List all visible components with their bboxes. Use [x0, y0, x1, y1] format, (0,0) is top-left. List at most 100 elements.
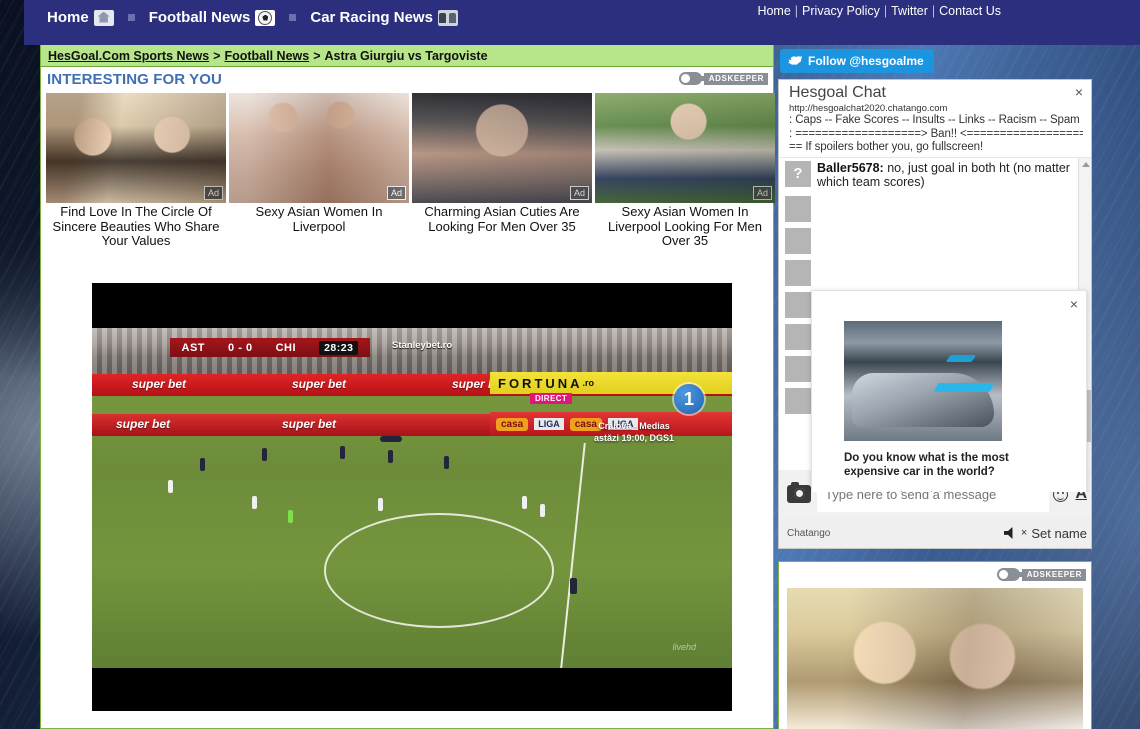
sidebar-ad-panel[interactable]: ADSKEEPER [778, 561, 1092, 729]
mute-icon[interactable] [1004, 527, 1017, 539]
ad-card[interactable]: Ad Charming Asian Cuties Are Looking For… [412, 93, 592, 249]
nav-item-car-racing-news[interactable]: Car Racing News [310, 9, 458, 26]
breadcrumb-separator: > [313, 49, 320, 63]
player-marker [444, 456, 449, 469]
player-marker [168, 480, 173, 493]
nav-link-home[interactable]: Home [757, 4, 790, 18]
ad-card-image: Ad [595, 93, 775, 203]
video-player[interactable]: AST 0 - 0 CHI 28:23 Stanleybet.ro super … [92, 283, 732, 711]
avatar [785, 292, 811, 318]
referee-marker [288, 510, 293, 523]
scoreboard-clock: 28:23 [319, 341, 358, 355]
chatango-brand: Chatango [787, 528, 830, 539]
nav-link-twitter[interactable]: Twitter [891, 4, 928, 18]
player-marker [522, 496, 527, 509]
ad-card-title: Find Love In The Circle Of Sincere Beaut… [46, 203, 226, 249]
player-marker [340, 446, 345, 459]
sidebar-ad-image[interactable] [787, 588, 1083, 729]
chat-rules-line: : ===================> Ban!! <==========… [789, 128, 1083, 142]
channel-promo-line2: astăzi 19:00, DGS1 [554, 432, 714, 444]
home-icon [94, 10, 114, 26]
chat-message [779, 257, 1091, 289]
player-marker [570, 578, 577, 594]
channel-promo: Craiova - Medias astăzi 19:00, DGS1 [554, 420, 714, 444]
chat-url: http://hesgoalchat2020.chatango.com [789, 103, 1083, 114]
top-navigation-bar: Home Football News Car Racing News Home |… [24, 0, 1140, 45]
breadcrumb-separator: > [213, 49, 220, 63]
chat-rules-line: : Caps -- Fake Scores -- Insults -- Link… [789, 114, 1083, 128]
scoreboard: AST 0 - 0 CHI 28:23 [170, 338, 370, 357]
avatar [785, 196, 811, 222]
nav-separator [128, 14, 135, 21]
ad-card-title: Sexy Asian Women In Liverpool [229, 203, 409, 234]
close-icon[interactable]: × [1075, 84, 1083, 100]
casa-label: casa [496, 418, 528, 431]
ad-card-image: Ad [229, 93, 409, 203]
nav-link-privacy-policy[interactable]: Privacy Policy [802, 4, 880, 18]
player-marker [380, 436, 402, 442]
led-text: super bet [292, 377, 346, 391]
channel-badge: 1 [674, 384, 704, 414]
adskeeper-key-icon [997, 568, 1020, 581]
car-accent-stripe [934, 383, 995, 392]
player-marker [388, 450, 393, 463]
ad-card-image: Ad [46, 93, 226, 203]
mute-x: × [1021, 527, 1027, 539]
chat-message-list[interactable]: Baller5678: no, just goal in both ht (no… [779, 157, 1091, 492]
main-content-panel: HesGoal.Com Sports News > Football News … [40, 45, 774, 729]
chat-message [779, 193, 1091, 225]
adskeeper-label: ADSKEEPER [1022, 569, 1086, 581]
nav-item-home[interactable]: Home [47, 9, 114, 26]
sponsor-board: Stanleybet.ro [392, 340, 452, 351]
direct-badge: DIRECT [530, 393, 572, 404]
avatar [785, 260, 811, 286]
scoreboard-score: 0 - 0 [228, 342, 253, 354]
led-text: super bet [116, 417, 170, 431]
breadcrumb-root[interactable]: HesGoal.Com Sports News [48, 49, 209, 63]
nav-divider: | [932, 4, 935, 18]
ad-cards-row: Ad Find Love In The Circle Of Sincere Be… [41, 93, 773, 249]
popup-ad-headline: Do you know what is the most expensive c… [844, 451, 1044, 479]
chat-rules-line: == If spoilers bother you, go fullscreen… [789, 141, 1083, 155]
car-accent-stripe [946, 355, 977, 362]
chat-message-user: Baller5678: [817, 161, 884, 175]
ad-card-title: Charming Asian Cuties Are Looking For Me… [412, 203, 592, 234]
popup-ad-source: top.newshub.co.uk | Sponso… [844, 490, 993, 492]
scoreboard-away: CHI [276, 342, 296, 354]
scroll-up-icon[interactable] [1082, 162, 1090, 167]
ad-card[interactable]: Ad Sexy Asian Women In Liverpool [229, 93, 409, 249]
chat-popup-ad[interactable]: × Do you know what is the most expensive… [811, 290, 1087, 492]
twitter-follow-button[interactable]: Follow @hesgoalme [780, 49, 934, 73]
led-text: super bet [282, 417, 336, 431]
adskeeper-logo[interactable]: ADSKEEPER [679, 72, 768, 85]
video-frame: AST 0 - 0 CHI 28:23 Stanleybet.ro super … [92, 328, 732, 668]
set-name-button[interactable]: × Set name [1004, 526, 1087, 541]
chat-footer: Chatango × Set name [779, 518, 1092, 548]
avatar [785, 356, 811, 382]
nav-link-contact-us[interactable]: Contact Us [939, 4, 1001, 18]
nav-divider: | [795, 4, 798, 18]
led-text: super bet [132, 377, 186, 391]
car-racing-icon [438, 10, 458, 26]
ad-card[interactable]: Ad Find Love In The Circle Of Sincere Be… [46, 93, 226, 249]
ad-card-image: Ad [412, 93, 592, 203]
breadcrumb-current: Astra Giurgiu vs Targoviste [325, 49, 488, 63]
breadcrumb-section[interactable]: Football News [224, 49, 309, 63]
right-sidebar: Follow @hesgoalme Hesgoal Chat × http://… [778, 45, 1098, 729]
camera-icon[interactable] [787, 485, 811, 503]
ad-badge: Ad [753, 186, 772, 200]
sidebar-ad-header: ADSKEEPER [779, 562, 1091, 588]
nav-item-football-news[interactable]: Football News [149, 9, 276, 26]
nav-car-racing-label: Car Racing News [310, 9, 433, 26]
section-title: INTERESTING FOR YOU [47, 71, 222, 88]
secondary-nav: Home | Privacy Policy | Twitter | Contact Us [757, 4, 1001, 18]
football-icon [255, 10, 275, 26]
close-icon[interactable]: × [1070, 296, 1078, 312]
nav-separator [289, 14, 296, 21]
adskeeper-logo[interactable]: ADSKEEPER [997, 568, 1086, 581]
nav-divider: | [884, 4, 887, 18]
twitter-bird-icon [788, 55, 802, 67]
set-name-label: Set name [1031, 526, 1087, 541]
nav-football-label: Football News [149, 9, 251, 26]
ad-card[interactable]: Ad Sexy Asian Women In Liverpool Looking… [595, 93, 775, 249]
